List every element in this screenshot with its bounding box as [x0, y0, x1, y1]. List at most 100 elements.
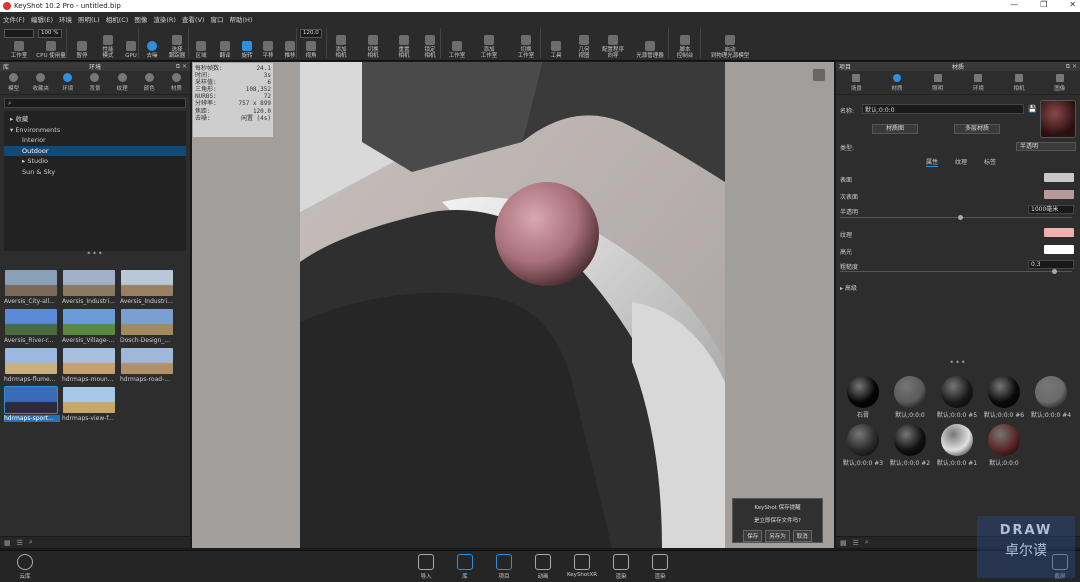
property-value-field[interactable]: 1000毫米	[1028, 205, 1074, 214]
environment-thumbnail[interactable]: Aversis_Industri...	[62, 270, 116, 309]
cloud-library-button[interactable]: 云库	[8, 554, 42, 580]
subtab-properties[interactable]: 属性	[926, 157, 939, 167]
tree-item[interactable]: Interior	[4, 135, 186, 146]
dialog-cancel-button[interactable]: 取消	[792, 530, 812, 542]
environment-thumbnail[interactable]: Aversis_Industri...	[120, 270, 174, 309]
material-thumbnail[interactable]: 默认;0:0:0 #4	[1028, 376, 1074, 419]
material-thumbnail[interactable]: 默认;0:0:0 #2	[887, 424, 933, 467]
toolbar-button[interactable]: 切换 工作室	[510, 27, 542, 59]
environment-thumbnail[interactable]: Aversis_River-r...	[4, 309, 58, 348]
toolbar-button[interactable]: 工具	[546, 27, 566, 59]
menu-item[interactable]: 渲染(R)	[153, 14, 176, 24]
menu-item[interactable]: 相机(C)	[106, 14, 129, 24]
bottom-nav-button[interactable]: 动画	[526, 554, 560, 580]
material-thumbnail[interactable]: 石膏	[840, 376, 886, 419]
zoom-icon[interactable]: ⌕	[865, 538, 869, 547]
toolbar-button[interactable]: 工作室	[444, 27, 470, 59]
menu-item[interactable]: 编辑(E)	[31, 14, 53, 24]
project-tab[interactable]: 相机	[999, 71, 1040, 94]
material-name-input[interactable]: 默认;0:0:0	[862, 104, 1024, 114]
bottom-nav-button[interactable]: 库	[448, 554, 482, 580]
multi-material-button[interactable]: 多层材质	[954, 124, 1000, 134]
tree-item[interactable]: ▸ 收藏	[4, 114, 186, 125]
slider-knob[interactable]	[958, 215, 963, 220]
toolbar-button[interactable]: CPU 使用量	[36, 27, 66, 59]
grid-view-icon[interactable]: ▦	[4, 539, 11, 547]
project-tab[interactable]: 图像	[1039, 71, 1080, 94]
toolbar-button[interactable]: 平移	[258, 27, 278, 59]
environment-thumbnail[interactable]: hdrmaps-sport...	[4, 386, 60, 426]
toolbar-button[interactable]: 区域	[190, 27, 212, 59]
material-thumbnail[interactable]: 默认;0:0:0	[981, 424, 1027, 467]
project-tab[interactable]: 场景	[836, 71, 877, 94]
menu-item[interactable]: 窗口	[210, 14, 223, 24]
library-tab[interactable]: 收藏夹	[27, 71, 54, 94]
environment-thumbnail[interactable]: Aversis_Village-...	[62, 309, 116, 348]
zoom-icon[interactable]: ⌕	[29, 538, 33, 547]
toolbar-button[interactable]: 去噪	[142, 27, 162, 59]
property-value-field[interactable]: 0.3	[1028, 260, 1074, 269]
close-button[interactable]: ✕	[1069, 0, 1076, 9]
environment-thumbnail[interactable]: hdrmaps-road-...	[120, 348, 174, 387]
list-view-icon[interactable]: ☰	[17, 539, 23, 547]
menu-item[interactable]: 查看(V)	[182, 14, 205, 24]
material-type-select[interactable]: 半透明	[1016, 142, 1076, 151]
menu-item[interactable]: 环境	[59, 14, 72, 24]
toolbar-button[interactable]: 切换 相机	[358, 27, 388, 59]
tree-item[interactable]: Sun & Sky	[4, 167, 186, 178]
toolbar-button[interactable]: 添加 工作室	[472, 27, 506, 59]
bottom-nav-button[interactable]: KeyShotXR	[565, 554, 599, 578]
material-thumbnail[interactable]: 默认;0:0:0 #5	[934, 376, 980, 419]
material-thumbnail[interactable]: 默认;0:0:0 #6	[981, 376, 1027, 419]
project-tab[interactable]: 环境	[958, 71, 999, 94]
material-thumbnail[interactable]: 默认;0:0:0 #3	[840, 424, 886, 467]
dialog-save-button[interactable]: 保存	[743, 530, 763, 542]
bottom-nav-button[interactable]: 导入	[409, 554, 443, 580]
library-tab[interactable]: 纹理	[109, 71, 136, 94]
minimize-button[interactable]: —	[1010, 0, 1018, 9]
toolbar-button[interactable]: 翻译	[214, 27, 236, 59]
toolbar-button[interactable]: 几何 视图	[572, 27, 596, 59]
tree-item[interactable]: ▾ Environments	[4, 125, 186, 136]
toolbar-button[interactable]: 重置 相机	[392, 27, 416, 59]
grid-view-icon[interactable]: ▦	[840, 539, 847, 547]
dialog-save-as-button[interactable]: 另存为	[765, 530, 790, 542]
advanced-section[interactable]: ▸ 高级	[840, 283, 857, 292]
splitter-handle[interactable]: •••	[836, 359, 1080, 368]
toolbar-button[interactable]: 添加 相机	[328, 27, 354, 59]
menu-item[interactable]: 照明(L)	[78, 14, 100, 24]
menu-item[interactable]: 图像	[134, 14, 147, 24]
toolbar-button[interactable]: 选择 跟踪器	[165, 27, 189, 59]
toolbar-button[interactable]: 性能 模式	[96, 27, 120, 59]
property-slider[interactable]	[840, 269, 1072, 274]
color-swatch[interactable]	[1044, 245, 1074, 254]
environment-thumbnail[interactable]: hdrmaps-view-f...	[62, 387, 116, 426]
save-material-icon[interactable]: 💾	[1028, 105, 1037, 113]
toolbar-button[interactable]: 旋转	[237, 27, 257, 59]
library-tab[interactable]: 颜色	[136, 71, 163, 94]
material-graph-button[interactable]: 材质图	[872, 124, 918, 134]
bottom-nav-button[interactable]: 项目	[487, 554, 521, 580]
library-search-input[interactable]: ⌕	[4, 98, 186, 108]
toolbar-button[interactable]: 视角	[300, 27, 322, 59]
toolbar-button[interactable]: 工作室	[4, 27, 34, 59]
library-tab[interactable]: 材质	[163, 71, 190, 94]
splitter-handle[interactable]: •••	[0, 250, 190, 259]
toolbar-button[interactable]: 暂停	[70, 27, 94, 59]
project-tab[interactable]: 照明	[917, 71, 958, 94]
tree-item[interactable]: Outdoor	[4, 145, 186, 156]
property-slider[interactable]	[840, 215, 1072, 220]
list-view-icon[interactable]: ☰	[853, 539, 859, 547]
toolbar-button[interactable]: 光源管理器	[632, 27, 668, 59]
material-thumbnail[interactable]: 默认;0:0:0	[887, 376, 933, 419]
toolbar-button[interactable]: 配置程序 向导	[598, 27, 628, 59]
environment-thumbnail[interactable]: Aversis_City-all...	[4, 270, 58, 309]
material-thumbnail[interactable]: 默认;0:0:0 #1	[934, 424, 980, 467]
subtab-textures[interactable]: 纹理	[955, 157, 967, 167]
toolbar-button[interactable]: 启动 到物理光源模型	[705, 27, 755, 59]
color-swatch[interactable]	[1044, 190, 1074, 199]
environment-thumbnail[interactable]: Dosch-Design_...	[120, 309, 174, 348]
panel-close-icon[interactable]: ⧉ ✕	[176, 63, 187, 71]
subtab-labels[interactable]: 标签	[984, 157, 996, 167]
toolbar-button[interactable]: 锁定 相机	[418, 27, 442, 59]
